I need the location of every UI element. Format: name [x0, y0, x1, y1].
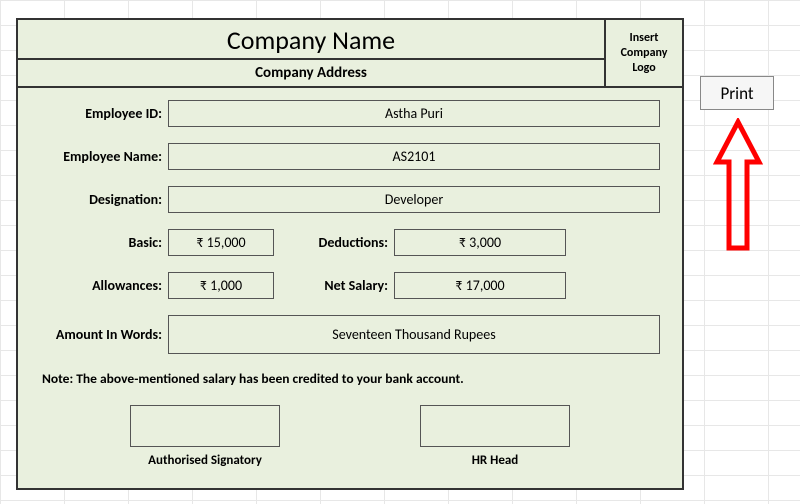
- row-basic-deductions: Basic: ₹ 15,000 Deductions: ₹ 3,000: [40, 229, 660, 256]
- value-basic[interactable]: ₹ 15,000: [168, 229, 274, 256]
- value-amount-words[interactable]: Seventeen Thousand Rupees: [168, 315, 660, 354]
- signature-authorised: Authorised Signatory: [130, 405, 280, 468]
- label-allowances: Allowances:: [40, 277, 168, 294]
- row-designation: Designation: Developer: [40, 186, 660, 213]
- company-address: Company Address: [18, 60, 606, 86]
- row-employee-name: Employee Name: AS2101: [40, 143, 660, 170]
- logo-placeholder: Insert Company Logo: [606, 20, 682, 86]
- header-row: Company Name Company Address Insert Comp…: [18, 20, 682, 88]
- signature-hr: HR Head: [420, 405, 570, 468]
- label-employee-id: Employee ID:: [40, 105, 168, 122]
- signature-box-hr[interactable]: [420, 405, 570, 447]
- label-net-salary: Net Salary:: [288, 277, 394, 294]
- row-allowances-net: Allowances: ₹ 1,000 Net Salary: ₹ 17,000: [40, 272, 660, 299]
- print-button[interactable]: Print: [700, 76, 774, 110]
- label-deductions: Deductions:: [288, 234, 394, 251]
- form-body: Employee ID: Astha Puri Employee Name: A…: [18, 88, 682, 476]
- credit-note: Note: The above-mentioned salary has bee…: [42, 370, 660, 387]
- label-employee-name: Employee Name:: [40, 148, 168, 165]
- arrow-annotation-icon: [713, 118, 763, 258]
- value-employee-name[interactable]: AS2101: [168, 143, 660, 170]
- row-amount-words: Amount In Words: Seventeen Thousand Rupe…: [40, 315, 660, 354]
- signature-label-hr: HR Head: [472, 453, 519, 468]
- value-designation[interactable]: Developer: [168, 186, 660, 213]
- signature-row: Authorised Signatory HR Head: [40, 405, 660, 468]
- value-allowances[interactable]: ₹ 1,000: [168, 272, 274, 299]
- salary-slip-card: Company Name Company Address Insert Comp…: [16, 18, 684, 490]
- row-employee-id: Employee ID: Astha Puri: [40, 100, 660, 127]
- value-deductions[interactable]: ₹ 3,000: [394, 229, 566, 256]
- value-employee-id[interactable]: Astha Puri: [168, 100, 660, 127]
- value-net-salary[interactable]: ₹ 17,000: [394, 272, 566, 299]
- signature-label-authorised: Authorised Signatory: [148, 453, 262, 468]
- label-designation: Designation:: [40, 191, 168, 208]
- label-basic: Basic:: [40, 234, 168, 251]
- company-name: Company Name: [18, 20, 606, 60]
- label-amount-words: Amount In Words:: [40, 326, 168, 343]
- signature-box-authorised[interactable]: [130, 405, 280, 447]
